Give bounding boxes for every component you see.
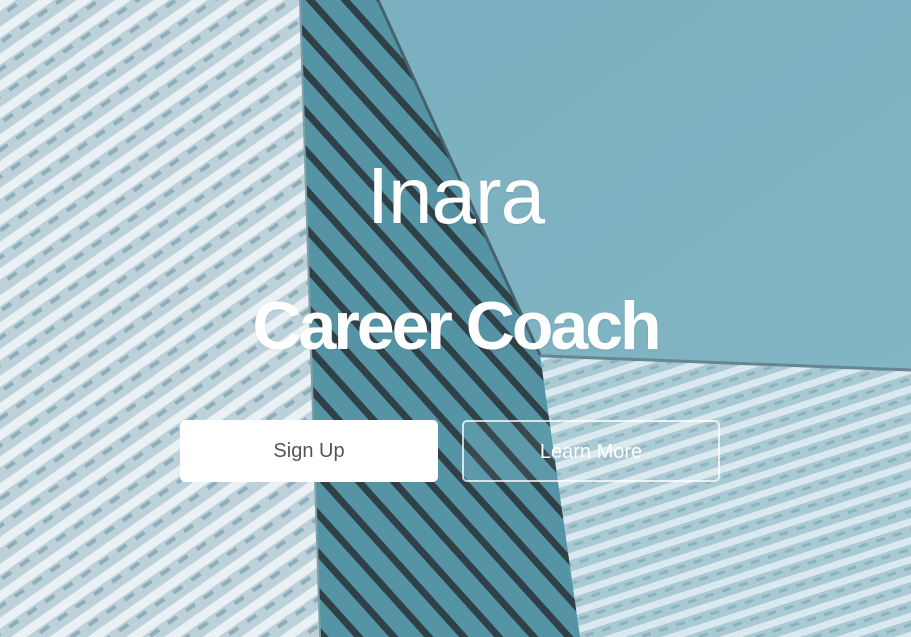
sign-up-button[interactable]: Sign Up — [180, 420, 438, 482]
hero-section: Inara Career Coach Sign Up Learn More — [0, 0, 911, 637]
hero-subtitle: Career Coach — [252, 288, 661, 364]
hero-title: Inara — [366, 151, 545, 240]
learn-more-button[interactable]: Learn More — [462, 420, 720, 482]
